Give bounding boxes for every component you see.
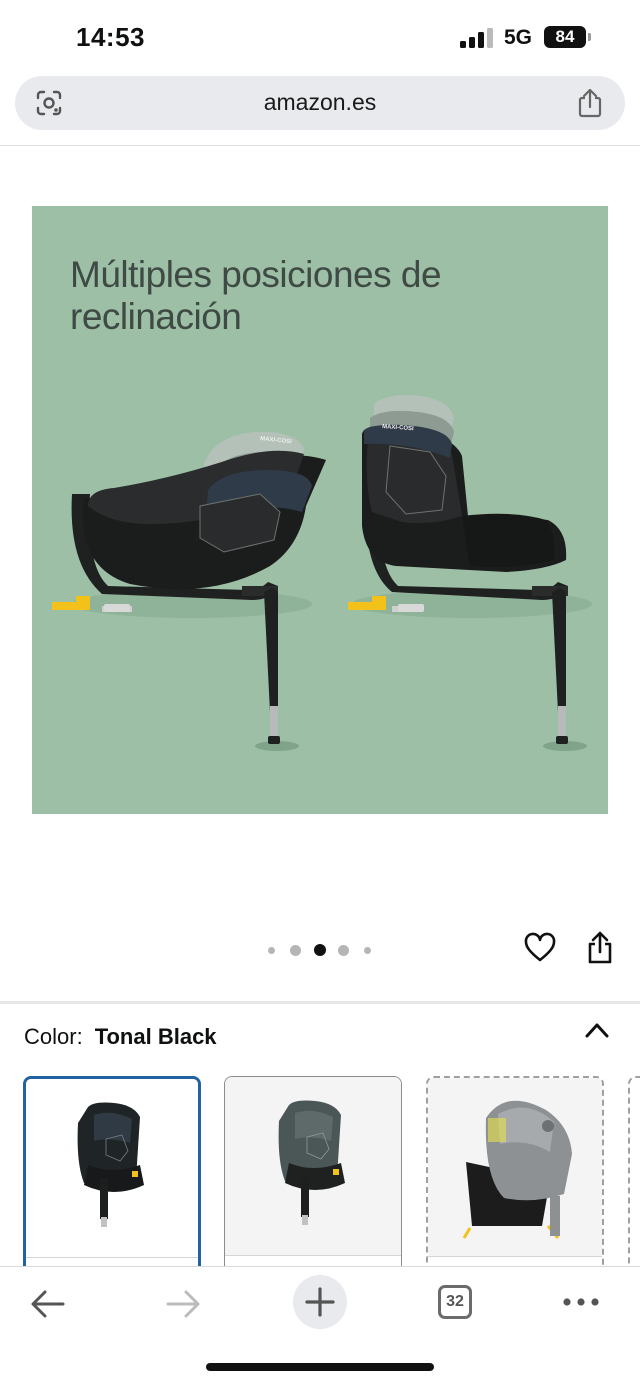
color-selector-header[interactable]: Color: Tonal Black: [24, 1024, 217, 1050]
address-bar[interactable]: amazon.es: [15, 76, 625, 130]
swatch-tonal-black[interactable]: [23, 1076, 201, 1276]
signal-icon: [460, 28, 493, 48]
share-icon[interactable]: [577, 88, 603, 118]
plus-icon: [305, 1287, 335, 1317]
reclined-seat: MAXI-COSI: [52, 431, 326, 744]
swatch-tonal-graphite[interactable]: [224, 1076, 402, 1276]
carousel-dot[interactable]: [364, 947, 371, 954]
url-text[interactable]: amazon.es: [15, 89, 625, 116]
color-value: Tonal Black: [94, 1024, 217, 1049]
color-label: Color:: [24, 1024, 83, 1049]
chevron-up-icon[interactable]: [584, 1020, 610, 1040]
battery-icon: 84: [544, 26, 592, 48]
carousel-dot[interactable]: [268, 947, 275, 954]
car-seat-illustration: MAXI-COSI MAXI-COSI: [52, 395, 592, 751]
back-arrow-icon[interactable]: [30, 1289, 66, 1319]
swatch-thumbnail: [462, 1100, 572, 1239]
new-tab-button[interactable]: [293, 1275, 347, 1329]
product-image[interactable]: Múltiples posiciones de reclinación MAXI…: [32, 206, 608, 814]
carousel-dot-active[interactable]: [314, 944, 326, 956]
carousel-dots[interactable]: [266, 942, 376, 958]
forward-arrow-icon[interactable]: [165, 1289, 201, 1319]
swatch-partial[interactable]: [628, 1076, 640, 1276]
carousel-dot[interactable]: [338, 945, 349, 956]
share-icon[interactable]: [586, 930, 614, 966]
home-indicator[interactable]: [206, 1363, 434, 1371]
upright-seat: MAXI-COSI: [348, 395, 568, 744]
swatch-thumbnail: [278, 1100, 345, 1225]
tabs-button[interactable]: 32: [438, 1285, 472, 1319]
heart-icon[interactable]: [524, 932, 556, 964]
swatch-thumbnail: [77, 1102, 144, 1227]
divider: [0, 1001, 640, 1004]
divider: [0, 145, 640, 146]
status-bar: 14:53 5G 84: [0, 0, 640, 72]
swatch-grey[interactable]: [426, 1076, 604, 1276]
network-label: 5G: [504, 26, 533, 49]
status-time: 14:53: [76, 22, 145, 52]
battery-level: 84: [544, 26, 586, 48]
more-icon[interactable]: [562, 1297, 600, 1307]
browser-toolbar: 32: [0, 1266, 640, 1384]
carousel-dot[interactable]: [290, 945, 301, 956]
